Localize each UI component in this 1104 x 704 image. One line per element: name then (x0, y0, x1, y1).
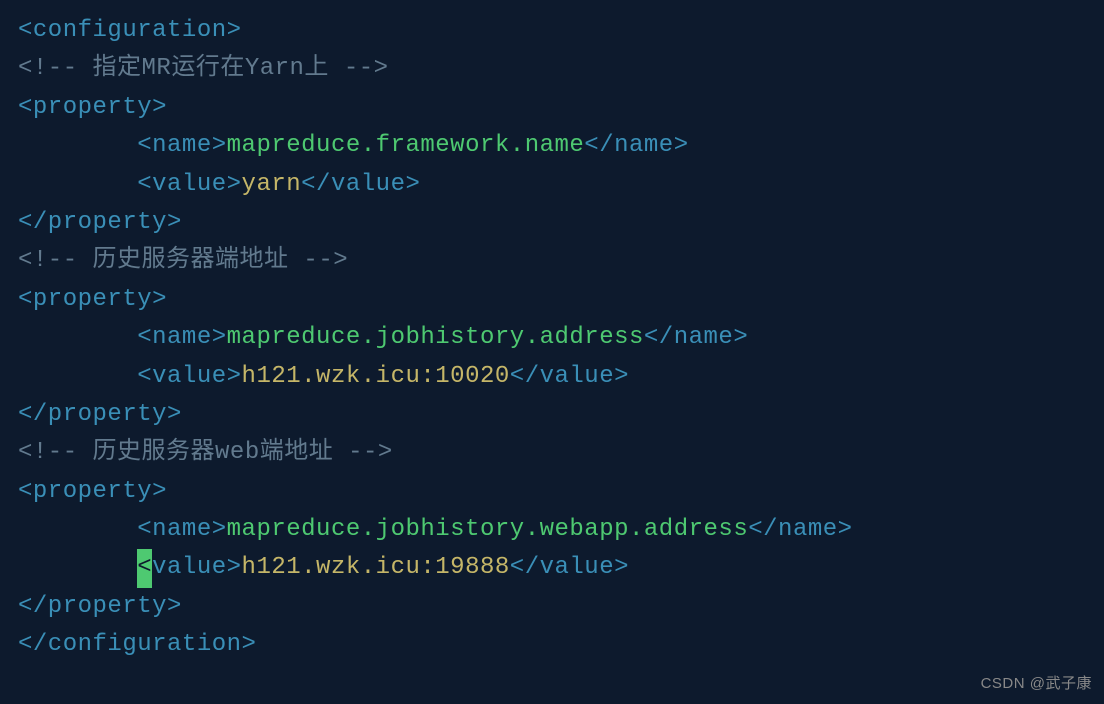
code-line: <value>h121.wzk.icu:19888</value> (18, 549, 1086, 587)
xml-tag: </property> (18, 593, 182, 620)
xml-code-block: <configuration> <!-- 指定MR运行在Yarn上 --> <p… (18, 12, 1086, 665)
indent (18, 549, 137, 587)
xml-tag: <property> (18, 478, 167, 505)
indent (18, 319, 137, 357)
xml-value: h121.wzk.icu:19888 (242, 554, 510, 581)
xml-name-value: mapreduce.framework.name (227, 132, 585, 159)
indent (18, 127, 137, 165)
xml-value: h121.wzk.icu:10020 (242, 363, 510, 390)
indent (18, 166, 137, 204)
xml-tag: </value> (301, 171, 420, 198)
xml-name-value: mapreduce.jobhistory.address (227, 324, 644, 351)
xml-tag: </name> (644, 324, 748, 351)
watermark-text: CSDN @武子康 (981, 672, 1092, 696)
code-line: <name>mapreduce.jobhistory.webapp.addres… (18, 511, 1086, 549)
code-line: <value>yarn</value> (18, 166, 1086, 204)
xml-tag: <name> (137, 516, 226, 543)
xml-comment: <!-- 历史服务器端地址 --> (18, 247, 348, 274)
xml-tag: </value> (510, 554, 629, 581)
xml-tag: </property> (18, 209, 182, 236)
xml-tag: <value> (137, 363, 241, 390)
code-line: </property> (18, 588, 1086, 626)
xml-tag: <configuration> (18, 17, 242, 44)
xml-tag: <property> (18, 94, 167, 121)
code-line: </configuration> (18, 626, 1086, 664)
xml-comment: <!-- 指定MR运行在Yarn上 --> (18, 55, 389, 82)
code-line: <!-- 历史服务器端地址 --> (18, 242, 1086, 280)
indent (18, 511, 137, 549)
code-line: </property> (18, 396, 1086, 434)
code-line: <value>h121.wzk.icu:10020</value> (18, 358, 1086, 396)
xml-tag: </name> (584, 132, 688, 159)
code-line: <property> (18, 281, 1086, 319)
xml-tag: </name> (748, 516, 852, 543)
xml-tag: </value> (510, 363, 629, 390)
code-line: <configuration> (18, 12, 1086, 50)
xml-tag: </configuration> (18, 631, 256, 658)
xml-comment: <!-- 历史服务器web端地址 --> (18, 439, 393, 466)
xml-tag: <name> (137, 132, 226, 159)
code-line: <!-- 历史服务器web端地址 --> (18, 434, 1086, 472)
indent (18, 358, 137, 396)
code-line: <property> (18, 89, 1086, 127)
xml-tag: <property> (18, 286, 167, 313)
xml-name-value: mapreduce.jobhistory.webapp.address (227, 516, 749, 543)
cursor: < (137, 549, 152, 587)
xml-value: yarn (242, 171, 302, 198)
code-line: <!-- 指定MR运行在Yarn上 --> (18, 50, 1086, 88)
code-line: <property> (18, 473, 1086, 511)
xml-tag: </property> (18, 401, 182, 428)
code-line: <name>mapreduce.framework.name</name> (18, 127, 1086, 165)
xml-tag: value> (152, 554, 241, 581)
xml-tag: <name> (137, 324, 226, 351)
xml-tag: <value> (137, 171, 241, 198)
code-line: </property> (18, 204, 1086, 242)
code-line: <name>mapreduce.jobhistory.address</name… (18, 319, 1086, 357)
